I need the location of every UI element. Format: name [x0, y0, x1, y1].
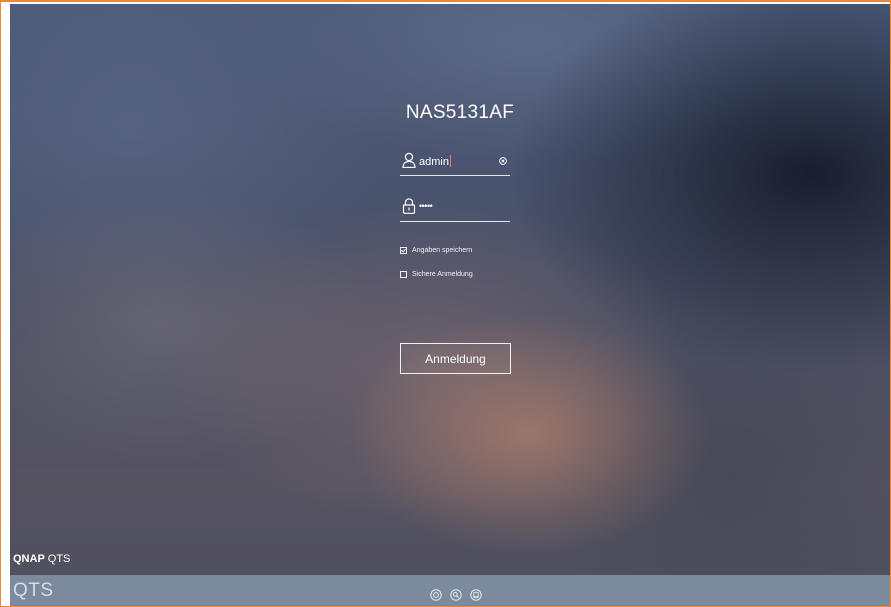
password-input[interactable]: ••••• [419, 201, 433, 211]
brand-label: QNAP QTS [13, 553, 70, 565]
remember-checkbox[interactable] [400, 246, 407, 254]
brand-product: QTS [47, 553, 71, 565]
search-icon[interactable] [450, 589, 462, 601]
username-field[interactable]: admin [400, 150, 510, 176]
brand-company: QNAP [13, 553, 45, 565]
user-icon [402, 152, 416, 168]
text-cursor [449, 155, 451, 167]
secure-login-checkbox[interactable] [400, 270, 407, 278]
clear-icon[interactable] [499, 157, 507, 165]
device-name: NAS5131AF [405, 102, 515, 123]
lock-icon [402, 198, 416, 214]
username-value: admin [419, 156, 449, 168]
window-frame: NAS5131AF admin ••••• Angaben speichern … [0, 0, 891, 607]
secure-login-option[interactable]: Sichere Anmeldung [400, 268, 473, 280]
footer-icons [430, 589, 482, 603]
remember-label: Angaben speichern [412, 246, 473, 254]
footer-bar: QTS [10, 575, 890, 606]
username-input[interactable]: admin [419, 155, 451, 168]
remember-option[interactable]: Angaben speichern [400, 244, 472, 256]
login-button[interactable]: Anmeldung [400, 343, 511, 374]
secure-login-label: Sichere Anmeldung [412, 270, 473, 278]
qfinder-icon[interactable] [430, 589, 442, 601]
mobile-app-icon[interactable] [470, 589, 482, 601]
login-screen: NAS5131AF admin ••••• Angaben speichern … [10, 4, 890, 606]
password-field[interactable]: ••••• [400, 196, 510, 222]
qts-logo: QTS [13, 580, 54, 601]
